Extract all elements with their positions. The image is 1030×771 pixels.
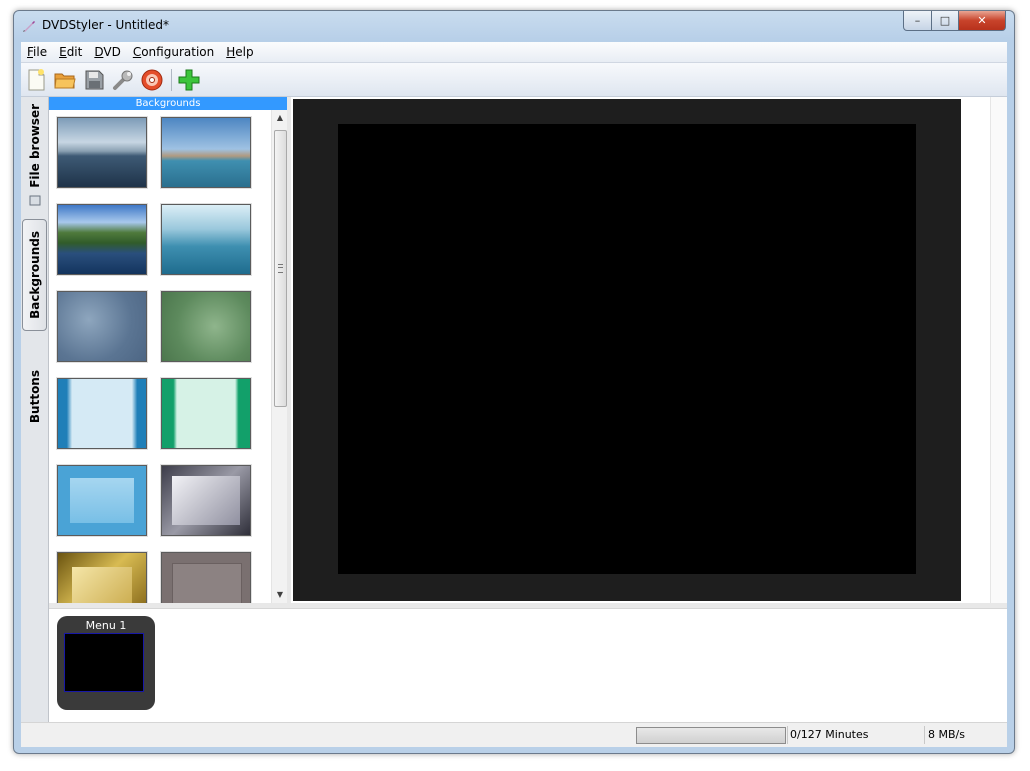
menu-help[interactable]: Help	[220, 45, 259, 59]
menu-edit[interactable]: Edit	[53, 45, 88, 59]
minimize-icon: –	[914, 14, 921, 27]
scroll-up-arrow-icon[interactable]: ▲	[272, 110, 288, 126]
tab-backgrounds-label: Backgrounds	[27, 231, 42, 319]
disc-usage-progress-bar	[636, 727, 786, 744]
tab-file-browser-label: File browser	[27, 104, 42, 188]
tab-buttons-label: Buttons	[27, 370, 42, 424]
toolbar-separator	[171, 69, 172, 91]
menu-configuration-accel: C	[132, 45, 142, 59]
window-controls: – □ ✕	[903, 11, 1006, 31]
menu-help-label: elp	[235, 45, 254, 59]
canvas-scroll-track[interactable]	[990, 97, 1007, 603]
menu-file-label: ile	[33, 45, 48, 59]
app-icon	[23, 21, 35, 32]
status-bar: 0/127 Minutes 8 MB/s	[21, 722, 1007, 747]
window-title: DVDStyler - Untitled*	[42, 18, 169, 32]
tab-backgrounds[interactable]: Backgrounds	[22, 219, 47, 331]
close-button[interactable]: ✕	[959, 11, 1006, 31]
tab-file-browser[interactable]: File browser	[22, 99, 47, 211]
backgrounds-panel: Backgrounds ▲ ▼	[49, 97, 288, 603]
backgrounds-panel-header: Backgrounds	[49, 97, 287, 110]
background-thumbnail-green-cloudy[interactable]	[160, 290, 252, 363]
client-area: File Edit DVD Configuration Help File br…	[21, 42, 1007, 747]
menu-thumbnail-preview	[64, 633, 144, 692]
background-thumbnail-blue-haze[interactable]	[160, 203, 252, 276]
menu-bar: File Edit DVD Configuration Help	[21, 42, 1007, 63]
background-thumbnail-seascape-clouds[interactable]	[56, 116, 148, 189]
close-icon: ✕	[977, 14, 987, 27]
menu-edit-accel: E	[59, 45, 67, 59]
maximize-button[interactable]: □	[932, 11, 959, 31]
dvdstyler-window: DVDStyler - Untitled* – □ ✕ File Edit DV…	[13, 10, 1015, 754]
backgrounds-scrollbar[interactable]: ▲ ▼	[271, 110, 288, 603]
backgrounds-thumbnail-grid	[49, 110, 271, 603]
background-thumbnail-ship-coast[interactable]	[160, 116, 252, 189]
menu-safe-area	[338, 124, 916, 574]
minimize-button[interactable]: –	[903, 11, 932, 31]
menu-thumbnail[interactable]: Menu 1	[57, 616, 155, 710]
tab-buttons[interactable]: Buttons	[22, 342, 47, 452]
title-bar[interactable]: DVDStyler - Untitled* – □ ✕	[14, 11, 1014, 39]
background-thumbnail-light-blue-banded[interactable]	[56, 377, 148, 450]
background-thumbnail-blue-gray-cloudy[interactable]	[56, 290, 148, 363]
burn-disc-icon[interactable]	[140, 68, 164, 92]
status-divider	[924, 726, 925, 744]
maximize-icon: □	[939, 14, 951, 27]
side-tab-bar: File browser Backgrounds Buttons	[21, 97, 49, 722]
scroll-down-arrow-icon[interactable]: ▼	[272, 587, 288, 603]
file-browser-tab-icon	[29, 195, 40, 206]
menu-help-accel: H	[226, 45, 236, 59]
menu-thumbnail-label: Menu 1	[85, 619, 127, 632]
menu-edit-label: dit	[66, 45, 83, 59]
background-thumbnail-blue-frame[interactable]	[56, 464, 148, 537]
menus-strip: Menu 1	[49, 609, 1007, 722]
add-plus-icon[interactable]	[177, 68, 201, 92]
menu-file[interactable]: File	[21, 45, 53, 59]
menu-dvd[interactable]: DVD	[88, 45, 126, 59]
toolbar	[21, 63, 1007, 97]
menu-editor-canvas[interactable]	[291, 97, 1007, 603]
background-thumbnail-mint-green-banded[interactable]	[160, 377, 252, 450]
duration-status: 0/127 Minutes	[790, 728, 869, 741]
background-thumbnail-coastline-aerial[interactable]	[56, 203, 148, 276]
settings-wrench-icon[interactable]	[111, 68, 135, 92]
scroll-grip-icon	[278, 264, 283, 273]
background-thumbnail-stone-texture-frame[interactable]	[160, 551, 252, 603]
new-file-icon[interactable]	[24, 68, 48, 92]
save-icon[interactable]	[82, 68, 106, 92]
background-thumbnail-gray-gradient-frame[interactable]	[160, 464, 252, 537]
menu-configuration-label: onfiguration	[141, 45, 215, 59]
scroll-thumb[interactable]	[274, 130, 287, 407]
bitrate-status: 8 MB/s	[928, 728, 965, 741]
background-thumbnail-gold-frame[interactable]	[56, 551, 148, 603]
menu-background-preview[interactable]	[293, 99, 961, 601]
menu-dvd-label: VD	[103, 45, 121, 59]
status-divider	[787, 726, 788, 744]
open-folder-icon[interactable]	[53, 68, 77, 92]
menu-configuration[interactable]: Configuration	[127, 45, 220, 59]
